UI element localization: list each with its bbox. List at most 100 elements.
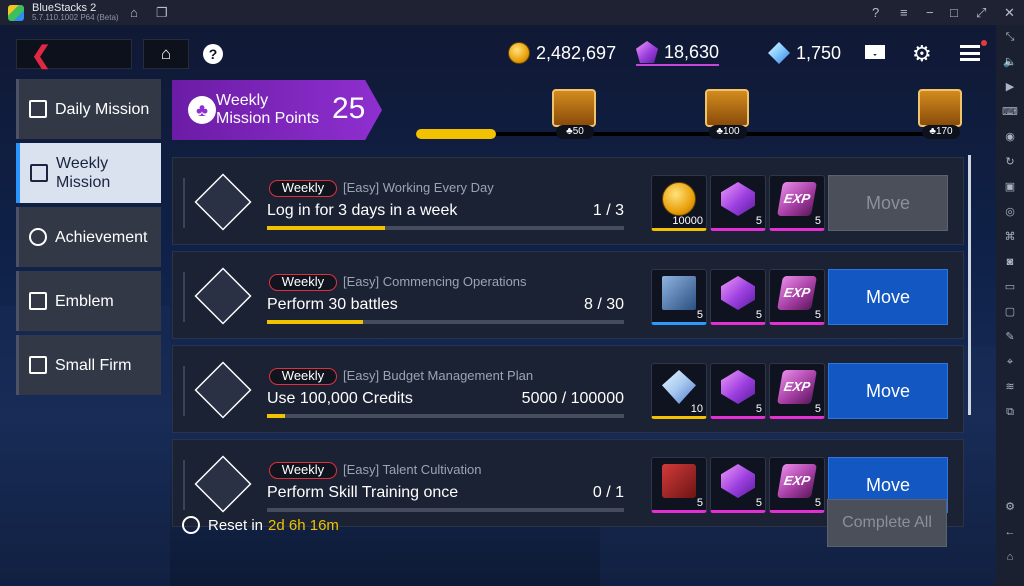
- home-icon[interactable]: ⌂: [130, 5, 138, 20]
- reward-count: 10: [690, 403, 703, 415]
- points-value: 25: [332, 92, 366, 125]
- app-name: BlueStacks 2: [32, 1, 97, 14]
- points-track: [416, 129, 951, 139]
- tab-label: Emblem: [55, 292, 114, 310]
- tab-daily-mission[interactable]: Daily Mission: [16, 79, 161, 139]
- move-button[interactable]: Move: [828, 175, 948, 231]
- play-icon[interactable]: ◉: [1005, 125, 1015, 150]
- multi-instance-icon[interactable]: ❐: [156, 5, 168, 21]
- reward-gem[interactable]: 5: [710, 175, 766, 231]
- building-icon: [29, 356, 47, 374]
- tab-small-firm[interactable]: Small Firm: [16, 335, 161, 395]
- mission-title: Use 100,000 Credits: [267, 390, 413, 407]
- mission-progress-text: 1 / 3: [592, 202, 624, 219]
- mission-row: Weekly [Easy] Budget Management Plan Use…: [172, 345, 964, 433]
- reward-count: 10000: [672, 215, 703, 227]
- mission-tabs: Daily Mission Weekly Mission Achievement…: [16, 79, 161, 399]
- menu-icon[interactable]: [960, 45, 980, 61]
- reward-exp[interactable]: EXP 5: [769, 269, 825, 325]
- close-icon[interactable]: ✕: [1004, 5, 1015, 21]
- reward-gem[interactable]: 5: [710, 269, 766, 325]
- reward-gem[interactable]: 5: [710, 363, 766, 419]
- reward-exp[interactable]: EXP 5: [769, 457, 825, 513]
- expand-icon[interactable]: ⤡: [1006, 25, 1015, 50]
- move-button[interactable]: Move: [828, 363, 948, 419]
- exp-icon: EXP: [777, 370, 817, 404]
- layers-icon[interactable]: ≋: [1005, 375, 1014, 400]
- crystal-counter: 1,750: [768, 40, 841, 66]
- reward-diamond[interactable]: 10: [651, 363, 707, 419]
- apk-icon[interactable]: ▣: [1005, 175, 1015, 200]
- exp-icon: EXP: [777, 276, 817, 310]
- folder-icon[interactable]: ▭: [1005, 275, 1015, 300]
- settings-gear-icon[interactable]: ⚙: [912, 41, 932, 67]
- reward-gem[interactable]: 5: [710, 457, 766, 513]
- back-button[interactable]: ❮: [16, 39, 132, 69]
- help-button[interactable]: ?: [203, 44, 223, 64]
- reward-count: 5: [755, 215, 762, 227]
- android-home-icon[interactable]: ⌂: [1007, 545, 1014, 570]
- location-icon[interactable]: ⌖: [1007, 350, 1013, 375]
- reward-count: 5: [755, 403, 762, 415]
- reset-timer: Reset in 2d 6h 16m: [182, 516, 339, 534]
- mission-progress-bar: [267, 226, 624, 230]
- reward-chest-3[interactable]: ♣170: [918, 89, 962, 139]
- reward-chest-1[interactable]: ♣50: [552, 89, 596, 139]
- screenshot-icon[interactable]: ▢: [1005, 300, 1015, 325]
- maximize-icon[interactable]: □: [950, 5, 958, 20]
- tab-achievement[interactable]: Achievement: [16, 207, 161, 267]
- settings-icon[interactable]: ⚙: [1005, 495, 1015, 520]
- calendar-mission-icon: [194, 173, 252, 231]
- video-icon[interactable]: ▶: [1006, 75, 1014, 100]
- macro-icon[interactable]: ⌘: [1005, 225, 1016, 250]
- row-separator: [183, 272, 185, 322]
- reward-count: 5: [755, 309, 762, 321]
- complete-all-button[interactable]: Complete All: [827, 499, 947, 547]
- reward-exp[interactable]: EXP 5: [769, 175, 825, 231]
- reward-skill-item[interactable]: 5: [651, 457, 707, 513]
- home-button[interactable]: ⌂: [143, 39, 189, 69]
- diamond-icon: [662, 370, 696, 404]
- gem-counter[interactable]: 18,630: [636, 40, 720, 66]
- reward-exp[interactable]: EXP 5: [769, 363, 825, 419]
- emblem-icon: [29, 292, 47, 310]
- reward-gold[interactable]: 10000: [651, 175, 707, 231]
- medal-icon: [29, 228, 47, 246]
- mission-progress-bar: [267, 508, 624, 512]
- bluestacks-toolbar: ⤡ 🔈 ▶ ⌨ ◉ ↻ ▣ ◎ ⌘ ◙ ▭ ▢ ✎ ⌖ ≋ ⧉ ⚙ ← ⌂: [996, 25, 1024, 586]
- tab-label: Daily Mission: [55, 100, 150, 118]
- fullscreen-icon[interactable]: ⤢: [976, 5, 986, 21]
- tab-weekly-mission[interactable]: Weekly Mission: [16, 143, 161, 203]
- edit-icon[interactable]: ✎: [1005, 325, 1014, 350]
- weekly-tag: Weekly: [269, 274, 337, 291]
- camera-icon[interactable]: ◙: [1007, 250, 1014, 275]
- rotate-icon[interactable]: ↻: [1005, 150, 1014, 175]
- volume-icon[interactable]: 🔈: [1003, 50, 1017, 75]
- purple-gem-icon: [721, 370, 755, 404]
- reward-count: 5: [755, 497, 762, 509]
- mission-list: Weekly [Easy] Working Every Day Log in f…: [172, 155, 964, 540]
- gamepad-icon[interactable]: ◎: [1005, 200, 1015, 225]
- move-button[interactable]: Move: [828, 269, 948, 325]
- reward-count: 5: [814, 403, 821, 415]
- reward-chest-2[interactable]: ♣100: [705, 89, 749, 139]
- gold-coin-icon: [662, 182, 696, 216]
- mission-subtitle: [Easy] Budget Management Plan: [343, 368, 534, 383]
- mission-progress-bar: [267, 320, 624, 324]
- crystal-icon: [768, 42, 790, 64]
- help-icon[interactable]: ?: [872, 5, 879, 20]
- reward-count: 5: [696, 309, 703, 321]
- clock-icon: [182, 516, 200, 534]
- scrollbar[interactable]: [968, 155, 971, 415]
- menu-icon[interactable]: ≡: [900, 5, 908, 20]
- keyboard-icon[interactable]: ⌨: [1002, 100, 1018, 125]
- multi-icon[interactable]: ⧉: [1006, 400, 1014, 425]
- tab-emblem[interactable]: Emblem: [16, 271, 161, 331]
- minimize-icon[interactable]: −: [926, 5, 934, 20]
- mail-icon[interactable]: [865, 45, 885, 59]
- mission-title: Log in for 3 days in a week: [267, 202, 458, 219]
- sword-mission-icon: [194, 267, 252, 325]
- mission-progress-text: 8 / 30: [583, 296, 624, 313]
- back-icon[interactable]: ←: [1005, 520, 1016, 545]
- reward-book[interactable]: 5: [651, 269, 707, 325]
